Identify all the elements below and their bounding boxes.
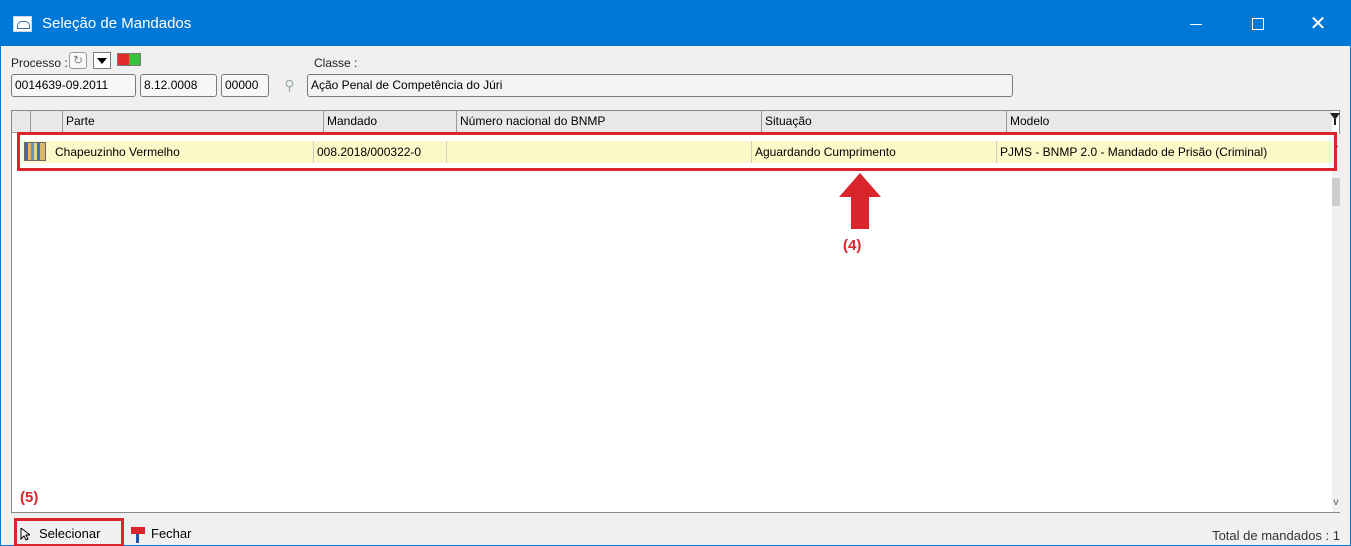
minimize-icon — [1190, 24, 1202, 25]
minimize-button[interactable] — [1173, 1, 1219, 46]
column-parte[interactable]: Parte — [62, 111, 320, 133]
classe-label: Classe : — [314, 56, 358, 70]
annotation-arrow-up-icon — [839, 173, 881, 229]
maximize-button[interactable] — [1235, 1, 1281, 46]
footer-bar: Selecionar Fechar Total de mandados : 1 — [1, 520, 1350, 546]
annotation-row-highlight — [17, 132, 1337, 171]
selecao-mandados-window: Seleção de Mandados ✕ Processo : ↻ Class… — [0, 0, 1351, 546]
annotation-label-5: (5) — [20, 489, 39, 506]
scroll-thumb[interactable] — [1332, 178, 1340, 206]
column-bnmp[interactable]: Número nacional do BNMP — [456, 111, 760, 133]
total-mandados: Total de mandados : 1 — [1212, 528, 1340, 543]
processo-suffix-field[interactable]: 00000 — [221, 74, 269, 97]
fechar-label: Fechar — [151, 526, 192, 541]
refresh-icon[interactable]: ↻ — [69, 52, 87, 69]
grid-header: Parte Mandado Número nacional do BNMP Si… — [12, 111, 1340, 133]
processo-segment-field[interactable]: 8.12.0008 — [140, 74, 217, 97]
processo-number-field[interactable]: 0014639-09.2011 — [11, 74, 136, 97]
selecionar-label: Selecionar — [39, 526, 101, 541]
caret-down-icon[interactable] — [93, 52, 111, 69]
fechar-icon — [131, 527, 145, 543]
filter-icon[interactable] — [1330, 113, 1340, 127]
processo-label: Processo : — [11, 56, 68, 70]
classe-field: Ação Penal de Competência do Júri — [307, 74, 1013, 97]
maximize-icon — [1252, 17, 1264, 30]
window-title: Seleção de Mandados — [42, 15, 192, 32]
title-bar: Seleção de Mandados ✕ — [1, 1, 1350, 46]
fechar-button[interactable]: Fechar — [131, 523, 201, 545]
column-modelo[interactable]: Modelo — [1006, 111, 1332, 133]
search-icon[interactable]: ⚲ — [276, 74, 303, 97]
column-mandado[interactable]: Mandado — [323, 111, 455, 133]
vertical-scrollbar[interactable]: ^ v — [1332, 134, 1340, 512]
column-situacao[interactable]: Situação — [761, 111, 1005, 133]
selecionar-button[interactable]: Selecionar — [19, 523, 123, 545]
close-icon: ✕ — [1309, 13, 1327, 35]
red-green-status-icon[interactable] — [117, 53, 141, 66]
annotation-label-4: (4) — [843, 237, 862, 254]
cursor-icon — [20, 528, 30, 541]
app-icon — [13, 16, 32, 32]
processo-toolbar: ↻ — [69, 52, 177, 70]
close-button[interactable]: ✕ — [1295, 1, 1341, 46]
scroll-down-icon[interactable]: v — [1332, 496, 1340, 510]
